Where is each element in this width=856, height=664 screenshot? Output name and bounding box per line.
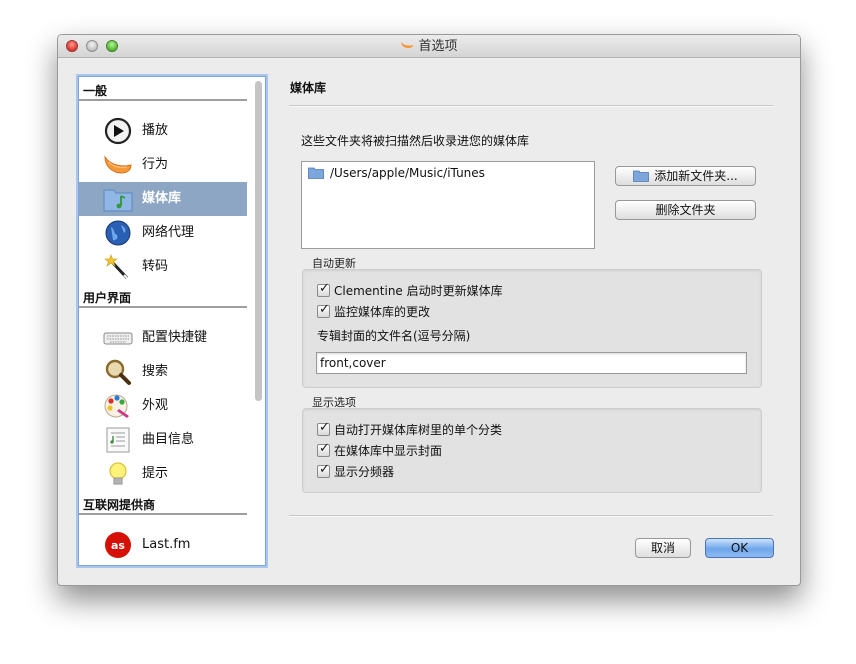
clementine-icon bbox=[104, 155, 132, 174]
lightbulb-icon bbox=[109, 462, 127, 485]
add-folder-button[interactable]: 添加新文件夹... bbox=[615, 166, 756, 186]
preferences-window: 首选项 一般 播放 行为 媒体库 网络代理 转码 用户界面 配置快捷键 搜索 外… bbox=[57, 34, 801, 586]
checkbox-label: 在媒体库中显示封面 bbox=[334, 444, 443, 458]
page-title: 媒体库 bbox=[290, 81, 327, 95]
auto-open-single-category-checkbox[interactable]: ✓ 自动打开媒体库树里的单个分类 bbox=[317, 420, 503, 438]
magic-wand-icon bbox=[104, 254, 129, 280]
sidebar-item-shortcuts[interactable]: 配置快捷键 bbox=[79, 321, 247, 355]
sidebar-item-library[interactable]: 媒体库 bbox=[79, 182, 247, 216]
checkbox-label: 显示分频器 bbox=[334, 465, 395, 479]
sidebar-item-label: Last.fm bbox=[142, 537, 191, 552]
sidebar-item-label: 配置快捷键 bbox=[142, 330, 208, 345]
sidebar-section-general: 一般 bbox=[79, 77, 247, 101]
clementine-icon bbox=[401, 42, 414, 49]
sidebar-item-label: 行为 bbox=[142, 157, 169, 172]
check-mark-icon: ✓ bbox=[319, 420, 330, 435]
sidebar-item-playback[interactable]: 播放 bbox=[79, 114, 247, 148]
sidebar-item-track-info[interactable]: 曲目信息 bbox=[79, 423, 247, 457]
folder-path: /Users/apple/Music/iTunes bbox=[330, 166, 485, 180]
cover-filename-label: 专辑封面的文件名(逗号分隔) bbox=[317, 329, 471, 343]
sidebar-item-label: 转码 bbox=[142, 259, 169, 274]
library-description: 这些文件夹将被扫描然后收录进您的媒体库 bbox=[301, 134, 530, 148]
sidebar-item-appearance[interactable]: 外观 bbox=[79, 389, 247, 423]
sidebar-scrollbar[interactable] bbox=[253, 79, 263, 561]
auto-update-group: ✓ Clementine 启动时更新媒体库 ✓ 监控媒体库的更改 专辑封面的文件名(… bbox=[302, 269, 762, 388]
sidebar-section-internet-providers: 互联网提供商 bbox=[79, 491, 247, 515]
lastfm-icon: as bbox=[105, 532, 131, 558]
cover-filename-input[interactable] bbox=[316, 352, 747, 374]
checkbox-label: 自动打开媒体库树里的单个分类 bbox=[334, 423, 503, 437]
sidebar-item-label: 曲目信息 bbox=[142, 432, 195, 447]
sidebar-item-label: 媒体库 bbox=[142, 191, 182, 206]
sidebar-item-search[interactable]: 搜索 bbox=[79, 355, 247, 389]
add-folder-label: 添加新文件夹... bbox=[654, 169, 738, 183]
folder-icon bbox=[633, 170, 650, 182]
checkbox-label: Clementine 启动时更新媒体库 bbox=[334, 284, 503, 298]
check-mark-icon: ✓ bbox=[319, 462, 330, 477]
window-title: 首选项 bbox=[418, 39, 458, 54]
magnifier-icon bbox=[105, 359, 131, 385]
sidebar-item-transcode[interactable]: 转码 bbox=[79, 250, 247, 284]
sidebar-item-label: 提示 bbox=[142, 466, 169, 481]
sidebar-item-behavior[interactable]: 行为 bbox=[79, 148, 247, 182]
library-folder-list[interactable]: /Users/apple/Music/iTunes bbox=[301, 161, 595, 249]
sidebar: 一般 播放 行为 媒体库 网络代理 转码 用户界面 配置快捷键 搜索 外观 曲目… bbox=[78, 76, 266, 566]
music-folder-icon bbox=[103, 189, 133, 212]
folder-icon bbox=[308, 167, 324, 179]
keyboard-icon bbox=[103, 332, 133, 345]
svg-text:as: as bbox=[111, 539, 125, 552]
sidebar-item-label: 搜索 bbox=[142, 364, 169, 379]
checkbox-label: 监控媒体库的更改 bbox=[334, 305, 431, 319]
remove-folder-label: 删除文件夹 bbox=[655, 203, 716, 217]
sidebar-item-tips[interactable]: 提示 bbox=[79, 457, 247, 491]
checkbox[interactable]: ✓ bbox=[317, 281, 330, 297]
checkbox[interactable]: ✓ bbox=[317, 302, 330, 318]
cancel-button[interactable]: 取消 bbox=[635, 538, 691, 558]
divider bbox=[289, 515, 773, 517]
list-item[interactable]: /Users/apple/Music/iTunes bbox=[308, 165, 485, 181]
sidebar-item-network-proxy[interactable]: 网络代理 bbox=[79, 216, 247, 250]
remove-folder-button[interactable]: 删除文件夹 bbox=[615, 200, 756, 220]
ok-button[interactable]: OK bbox=[705, 538, 774, 558]
check-mark-icon: ✓ bbox=[319, 281, 330, 296]
check-mark-icon: ✓ bbox=[319, 302, 330, 317]
play-icon bbox=[104, 117, 132, 145]
monitor-changes-checkbox[interactable]: ✓ 监控媒体库的更改 bbox=[317, 302, 431, 320]
sidebar-item-label: 网络代理 bbox=[142, 225, 195, 240]
sidebar-section-user-interface: 用户界面 bbox=[79, 284, 247, 308]
checkbox[interactable]: ✓ bbox=[317, 441, 330, 457]
palette-icon bbox=[104, 394, 129, 418]
scrollbar-thumb[interactable] bbox=[255, 81, 262, 401]
globe-icon bbox=[105, 220, 131, 246]
sidebar-item-label: 外观 bbox=[142, 398, 169, 413]
title-bar: 首选项 bbox=[58, 35, 800, 58]
check-mark-icon: ✓ bbox=[319, 441, 330, 456]
sidebar-item-lastfm[interactable]: as Last.fm bbox=[79, 528, 247, 562]
sidebar-item-label: 播放 bbox=[142, 123, 169, 138]
checkbox[interactable]: ✓ bbox=[317, 462, 330, 478]
checkbox[interactable]: ✓ bbox=[317, 420, 330, 436]
show-dividers-checkbox[interactable]: ✓ 显示分频器 bbox=[317, 462, 395, 480]
display-options-group: ✓ 自动打开媒体库树里的单个分类 ✓ 在媒体库中显示封面 ✓ 显示分频器 bbox=[302, 408, 762, 493]
track-info-icon bbox=[106, 427, 130, 453]
divider bbox=[289, 105, 773, 107]
startup-update-checkbox[interactable]: ✓ Clementine 启动时更新媒体库 bbox=[317, 281, 503, 299]
show-covers-checkbox[interactable]: ✓ 在媒体库中显示封面 bbox=[317, 441, 443, 459]
